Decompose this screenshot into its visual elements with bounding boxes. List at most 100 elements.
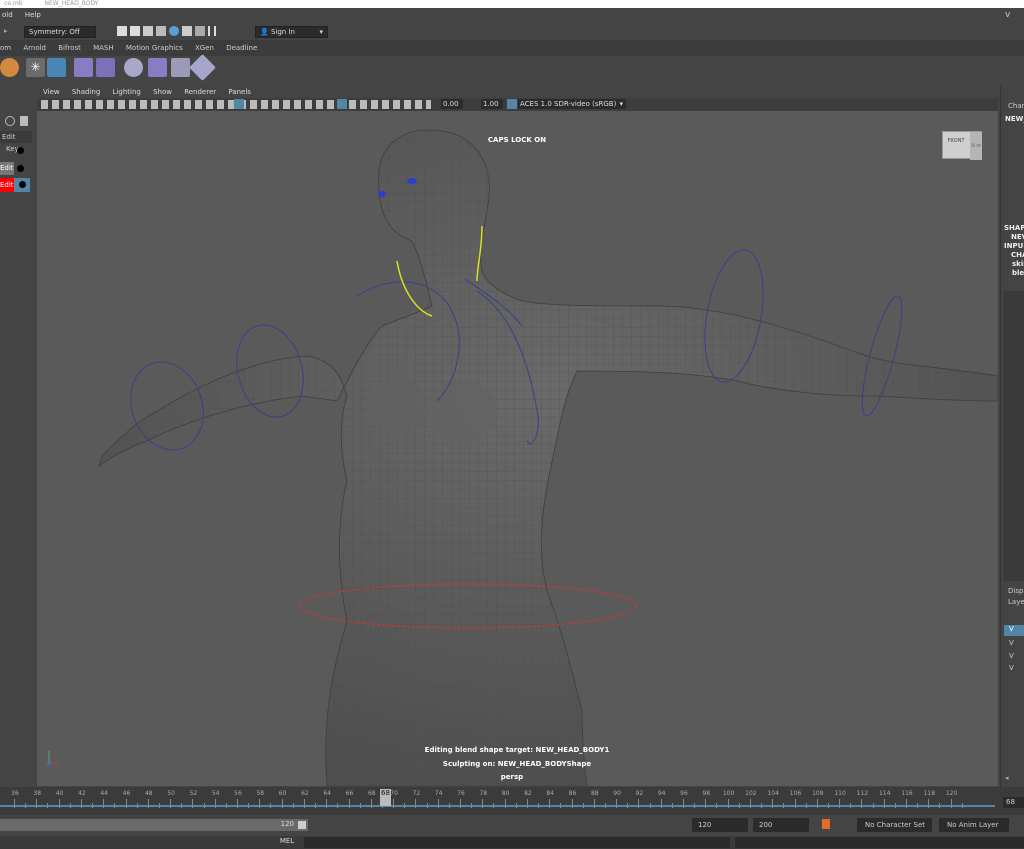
viewport-menu-view[interactable]: View xyxy=(43,88,60,96)
range-handle[interactable] xyxy=(298,821,306,829)
layer-dot-icon[interactable] xyxy=(17,165,24,172)
wireframe-on-shaded-icon[interactable] xyxy=(234,99,244,109)
timeline-tick xyxy=(883,799,885,808)
render-settings-icon[interactable] xyxy=(143,26,153,36)
shelf-tab-arnold[interactable]: Arnold xyxy=(23,44,46,52)
shelf-tab-bifrost[interactable]: Bifrost xyxy=(58,44,81,52)
symmetry-dropdown[interactable]: Symmetry: Off xyxy=(24,26,96,38)
gamma-field[interactable]: 1.00 xyxy=(481,99,503,109)
scroll-left-icon[interactable]: ◂ xyxy=(1005,774,1009,782)
viewport-menu-panels[interactable]: Panels xyxy=(228,88,251,96)
shelf-tool-icon-4[interactable] xyxy=(148,58,167,77)
circle-icon[interactable] xyxy=(5,116,15,126)
isolate-select-icon[interactable] xyxy=(337,99,347,109)
timeline-tick-label: 88 xyxy=(590,790,599,797)
render-setup-icon[interactable] xyxy=(47,58,66,77)
timeline-tick xyxy=(894,803,896,808)
command-input[interactable] xyxy=(304,837,730,848)
shelf-tab-om[interactable]: om xyxy=(0,44,11,52)
timeline-tick-label: 104 xyxy=(767,790,779,797)
auto-key-icon[interactable] xyxy=(822,819,830,829)
layer-selected[interactable] xyxy=(14,178,30,192)
current-frame-field[interactable]: 68 xyxy=(1003,797,1024,808)
timeline-tick-label: 74 xyxy=(434,790,443,797)
shelf-tool-icon-2[interactable] xyxy=(96,58,115,77)
viewport-menu: View Shading Lighting Show Renderer Pane… xyxy=(37,86,998,98)
shelf-tool-icon-6[interactable] xyxy=(189,54,216,81)
view-cube-right[interactable]: Ri ht xyxy=(970,132,982,160)
ipr-icon[interactable] xyxy=(130,26,140,36)
shapes-header: SHAP xyxy=(1004,224,1024,232)
render-view-icon[interactable] xyxy=(182,26,192,36)
viewport-menu-show[interactable]: Show xyxy=(153,88,172,96)
layers-menu[interactable]: Laye xyxy=(1008,598,1024,606)
layer-vis-toggle[interactable]: V xyxy=(1009,664,1014,672)
chevron-icon[interactable]: ▸ xyxy=(4,27,8,35)
trash-icon[interactable] xyxy=(20,116,28,126)
layer-vis-toggle[interactable]: V xyxy=(1009,639,1014,647)
time-slider[interactable]: 36 38 40 42 44 46 48 50 52 54 56 58 60 62 64 66 68 70 72 74… xyxy=(0,787,1024,815)
shelf-tool-icon-5[interactable] xyxy=(171,58,190,77)
timeline-tick xyxy=(694,803,696,808)
character-mesh[interactable] xyxy=(98,129,999,787)
current-frame-marker[interactable]: 68 xyxy=(380,789,391,806)
breast-left xyxy=(367,378,427,434)
arnold-icon[interactable] xyxy=(169,26,179,36)
range-bar[interactable]: 120 xyxy=(0,819,308,831)
playblast-icon[interactable] xyxy=(195,26,205,36)
render-icon[interactable] xyxy=(117,26,127,36)
display-tab[interactable]: Disp xyxy=(1008,587,1023,595)
sign-in-dropdown[interactable]: 👤 Sign In ▾ xyxy=(255,26,328,38)
anim-layer-dropdown[interactable]: No Anim Layer xyxy=(939,818,1009,832)
shelf-tool-icon-3[interactable] xyxy=(124,58,143,77)
timeline-tick xyxy=(136,803,138,808)
timeline-tick-label: 82 xyxy=(524,790,532,797)
layer-edit-button[interactable]: Edit xyxy=(0,162,14,175)
layer-vis-toggle[interactable]: V xyxy=(1009,652,1014,660)
sphere-light-icon[interactable] xyxy=(0,58,19,77)
channels-tab[interactable]: Chan xyxy=(1008,102,1024,110)
viewport-menu-lighting[interactable]: Lighting xyxy=(113,88,141,96)
timeline-tick xyxy=(827,803,829,808)
render-tools xyxy=(117,26,227,38)
input-node-cha[interactable]: CHA xyxy=(1011,251,1024,259)
menu-item-help[interactable]: Help xyxy=(25,11,41,19)
shelf-tab-motion-graphics[interactable]: Motion Graphics xyxy=(126,44,183,52)
timeline-tick xyxy=(582,803,584,808)
character-set-dropdown[interactable]: No Character Set xyxy=(857,818,932,832)
input-node-blend[interactable]: blei xyxy=(1012,269,1024,277)
timeline-tick-label: 72 xyxy=(412,790,421,797)
shelf-tool-icon-1[interactable] xyxy=(74,58,93,77)
timeline-tick-label: 100 xyxy=(722,790,735,797)
color-management-icon[interactable] xyxy=(507,99,517,109)
timeline-tick-label: 76 xyxy=(457,790,465,797)
pause-icon[interactable] xyxy=(208,26,216,36)
layer-vis-toggle[interactable]: V xyxy=(1004,625,1024,636)
shelf-tab-xgen[interactable]: XGen xyxy=(195,44,214,52)
timeline-tick xyxy=(69,803,71,808)
timeline-tick-label: 64 xyxy=(323,790,331,797)
animation-end-field[interactable]: 200 xyxy=(753,818,809,832)
view-cube[interactable]: FRONT Ri ht xyxy=(942,131,982,160)
viewport-scene[interactable]: FRONT Ri ht CAPS LOCK ON Editing blend s… xyxy=(37,111,999,787)
viewport-menu-shading[interactable]: Shading xyxy=(72,88,100,96)
sky-dome-icon[interactable]: ✳ xyxy=(26,58,45,77)
layer-dot-icon[interactable] xyxy=(17,147,24,154)
viewport-menu-renderer[interactable]: Renderer xyxy=(184,88,216,96)
hypershade-icon[interactable] xyxy=(156,26,166,36)
color-space-dropdown[interactable]: ACES 1.0 SDR-video (sRGB) ▾ xyxy=(518,99,626,109)
timeline-tick xyxy=(437,799,439,808)
shelf-tab-mash[interactable]: MASH xyxy=(93,44,114,52)
view-cube-front[interactable]: FRONT xyxy=(943,138,969,144)
timeline-tick-label: 52 xyxy=(189,790,198,797)
shelf-tab-deadline[interactable]: Deadline xyxy=(226,44,257,52)
input-node-skin[interactable]: skir xyxy=(1012,260,1024,268)
animation-start-field[interactable]: 120 xyxy=(692,818,748,832)
exposure-field[interactable]: 0.00 xyxy=(441,99,463,109)
menu-item-right[interactable]: V xyxy=(1005,8,1010,23)
script-lang-label[interactable]: MEL xyxy=(272,837,302,848)
timeline-tick-label: 66 xyxy=(345,790,354,797)
menu-item-old[interactable]: old xyxy=(2,11,13,19)
shape-node[interactable]: NEV xyxy=(1011,233,1024,241)
layer-edit-button-active[interactable]: Edit xyxy=(0,178,14,192)
